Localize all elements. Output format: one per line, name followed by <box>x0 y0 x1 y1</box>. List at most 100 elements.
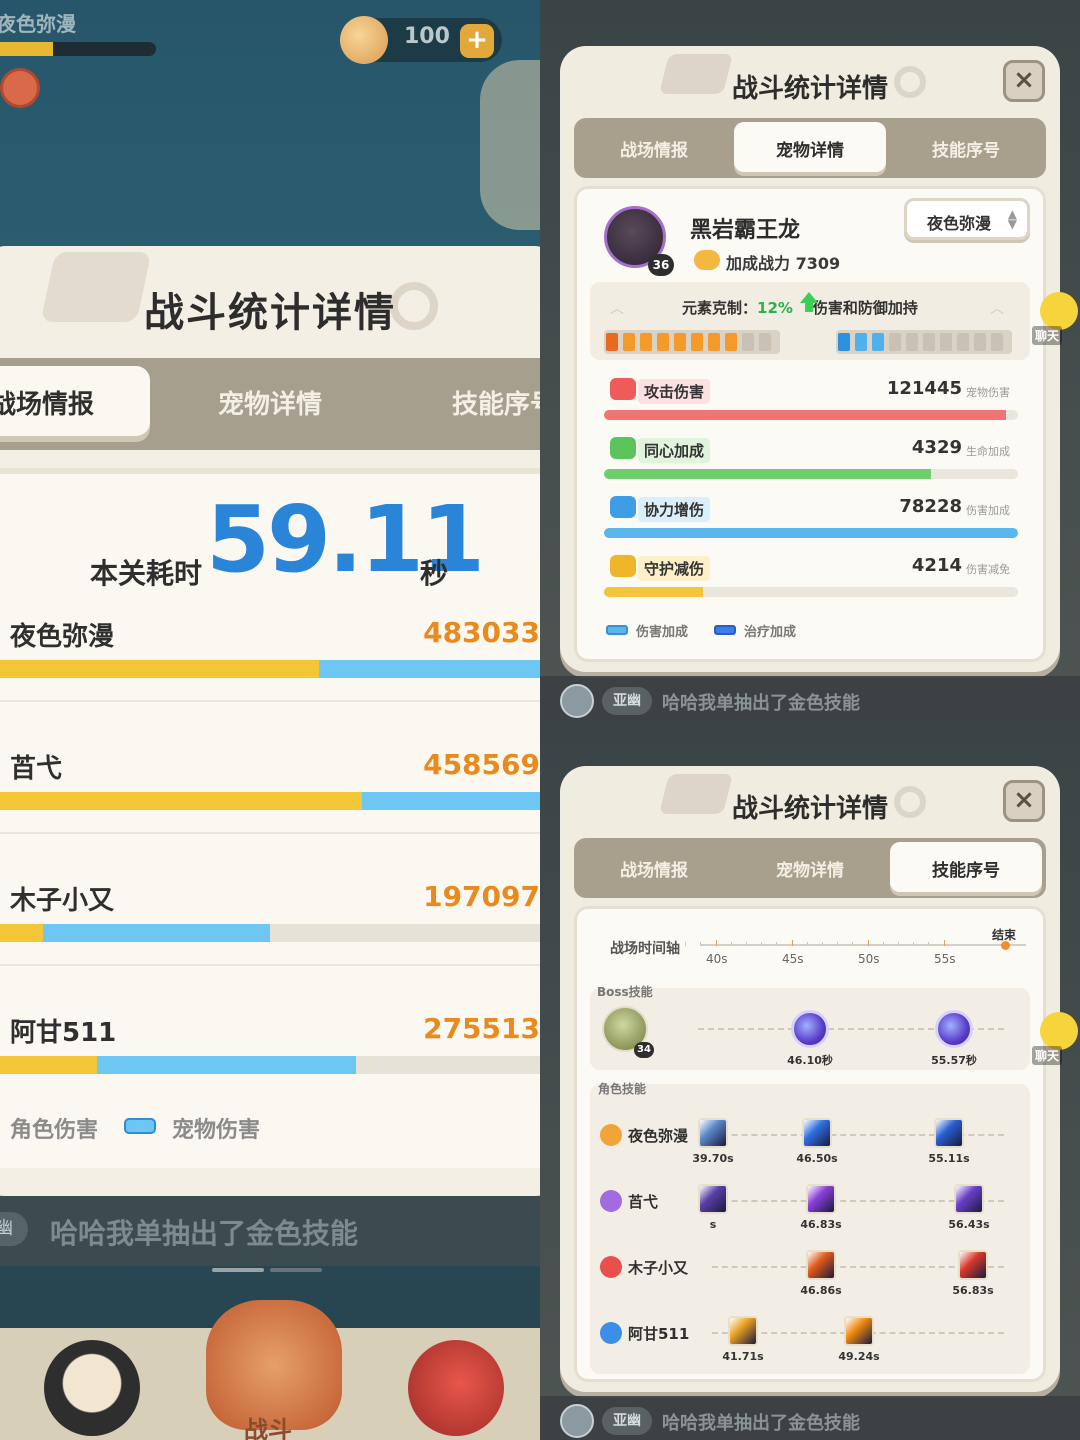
role-name: 夜色弥漫 <box>628 1127 689 1145</box>
chat-channel-tag: 亚幽 <box>602 1407 652 1435</box>
boss-skill-icon[interactable] <box>791 1010 829 1048</box>
character-avatar[interactable] <box>44 1340 140 1436</box>
element-segment <box>855 333 867 351</box>
timeline-minor-tick <box>685 942 686 946</box>
skill-time: 46.50s <box>796 1152 838 1165</box>
player-damage-bar <box>0 792 540 810</box>
tab-battle-info[interactable]: 战场情报 <box>0 384 94 421</box>
role-damage-bar <box>0 660 319 678</box>
player-row-name: 木子小又 <box>10 886 115 916</box>
panel-title: 战斗统计详情 <box>144 290 396 336</box>
stat-value: 121445 <box>886 378 962 399</box>
role-damage-bar <box>0 924 44 942</box>
select-arrows-icon: ▲ ▼ <box>1007 207 1017 231</box>
role-name: 阿甘511 <box>628 1325 690 1343</box>
tab-pet-details[interactable]: 宠物详情 <box>776 136 844 161</box>
tab-battle-info[interactable]: 战场情报 <box>620 856 688 881</box>
close-button[interactable]: × <box>1003 780 1045 822</box>
page-indicator-active <box>212 1268 264 1272</box>
skill-icon[interactable] <box>958 1250 988 1280</box>
timeline-tick-label: 45s <box>782 952 804 966</box>
timeline-minor-tick <box>655 942 656 946</box>
boss-skill-time: 46.10秒 <box>787 1054 833 1067</box>
skill-icon[interactable] <box>844 1316 874 1346</box>
time-unit: 秒 <box>420 557 449 590</box>
chat-button-label[interactable]: 聊天 <box>1032 326 1063 345</box>
chat-message: 哈哈我单抽出了金色技能 <box>50 1217 359 1250</box>
element-segment <box>606 333 618 351</box>
pet-damage-bar <box>97 1056 357 1074</box>
element-prefix: 元素克制： <box>682 299 758 317</box>
timeline-minor-tick <box>807 942 808 946</box>
skill-icon[interactable] <box>728 1316 758 1346</box>
tab-skill-order[interactable]: 技能序号 <box>932 136 1000 161</box>
chat-button-label[interactable]: 聊天 <box>1032 1046 1063 1065</box>
skill-icon[interactable] <box>934 1118 964 1148</box>
player-avatar-icon[interactable] <box>0 68 40 108</box>
timeline-minor-tick <box>837 942 838 946</box>
player-name: 夜色弥漫 <box>0 12 76 36</box>
player-progress-bar <box>0 42 156 56</box>
timeline-tick <box>944 940 945 946</box>
stat-icon <box>610 378 636 400</box>
timeline-minor-tick <box>928 942 929 946</box>
stat-label: 同心加成 <box>638 438 711 463</box>
role-element-icon <box>600 1190 622 1212</box>
player-damage-bar <box>0 660 540 678</box>
timeline-minor-tick <box>913 942 914 946</box>
map-decoration <box>480 60 540 230</box>
skill-time: 39.70s <box>692 1152 734 1165</box>
time-label: 本关耗时 <box>90 557 203 590</box>
chat-emoji-icon[interactable] <box>1040 292 1078 330</box>
role-damage-bar <box>0 1056 98 1074</box>
fire-element-segments <box>606 333 778 351</box>
boss-level-badge: 34 <box>634 1042 654 1058</box>
skill-icon[interactable] <box>698 1184 728 1214</box>
chat-emoji-icon[interactable] <box>1040 1012 1078 1050</box>
element-segment <box>759 333 771 351</box>
skill-icon[interactable] <box>698 1118 728 1148</box>
battle-button-label[interactable]: 战斗 <box>244 1410 292 1440</box>
stat-unit: 伤害减免 <box>966 563 1010 576</box>
element-segment <box>957 333 969 351</box>
close-button[interactable]: × <box>1003 60 1045 102</box>
tab-skill-order[interactable]: 技能序号 <box>452 384 540 421</box>
add-coin-button[interactable]: + <box>460 24 494 58</box>
element-segment <box>974 333 986 351</box>
element-segment <box>838 333 850 351</box>
skill-icon[interactable] <box>806 1250 836 1280</box>
stat-bar <box>604 410 1018 420</box>
owner-select[interactable]: 夜色弥漫 ▲ ▼ <box>904 198 1030 240</box>
timeline-tick <box>868 940 869 946</box>
timeline-minor-tick <box>700 942 701 946</box>
timeline-minor-tick <box>761 942 762 946</box>
legend-heal-key <box>714 625 736 635</box>
skill-time: 41.71s <box>722 1350 764 1363</box>
tab-pet-details[interactable]: 宠物详情 <box>218 384 322 421</box>
element-segment <box>906 333 918 351</box>
element-segment <box>991 333 1003 351</box>
pet-avatar[interactable] <box>408 1340 504 1436</box>
skill-time: 56.83s <box>952 1284 994 1297</box>
tab-battle-info[interactable]: 战场情报 <box>620 136 688 161</box>
element-segment <box>623 333 635 351</box>
chat-avatar <box>560 1404 594 1438</box>
tab-pet-details[interactable]: 宠物详情 <box>776 856 844 881</box>
legend-pet-key <box>124 1118 156 1134</box>
skill-icon[interactable] <box>802 1118 832 1148</box>
skill-time: 56.43s <box>948 1218 990 1231</box>
player-row-name: 夜色弥漫 <box>10 622 115 652</box>
element-segment <box>691 333 703 351</box>
boss-skill-icon[interactable] <box>935 1010 973 1048</box>
row-divider <box>0 832 540 834</box>
timeline-minor-tick <box>746 942 747 946</box>
panel-title: 战斗统计详情 <box>731 794 888 824</box>
skill-icon[interactable] <box>954 1184 984 1214</box>
stat-label: 守护减伤 <box>638 556 711 581</box>
legend-damage-key <box>606 625 628 635</box>
timeline-minor-tick <box>776 942 777 946</box>
skill-icon[interactable] <box>806 1184 836 1214</box>
player-row-damage: 275513 <box>423 1012 540 1045</box>
player-damage-bar <box>0 924 540 942</box>
tab-skill-order[interactable]: 技能序号 <box>932 856 1000 881</box>
